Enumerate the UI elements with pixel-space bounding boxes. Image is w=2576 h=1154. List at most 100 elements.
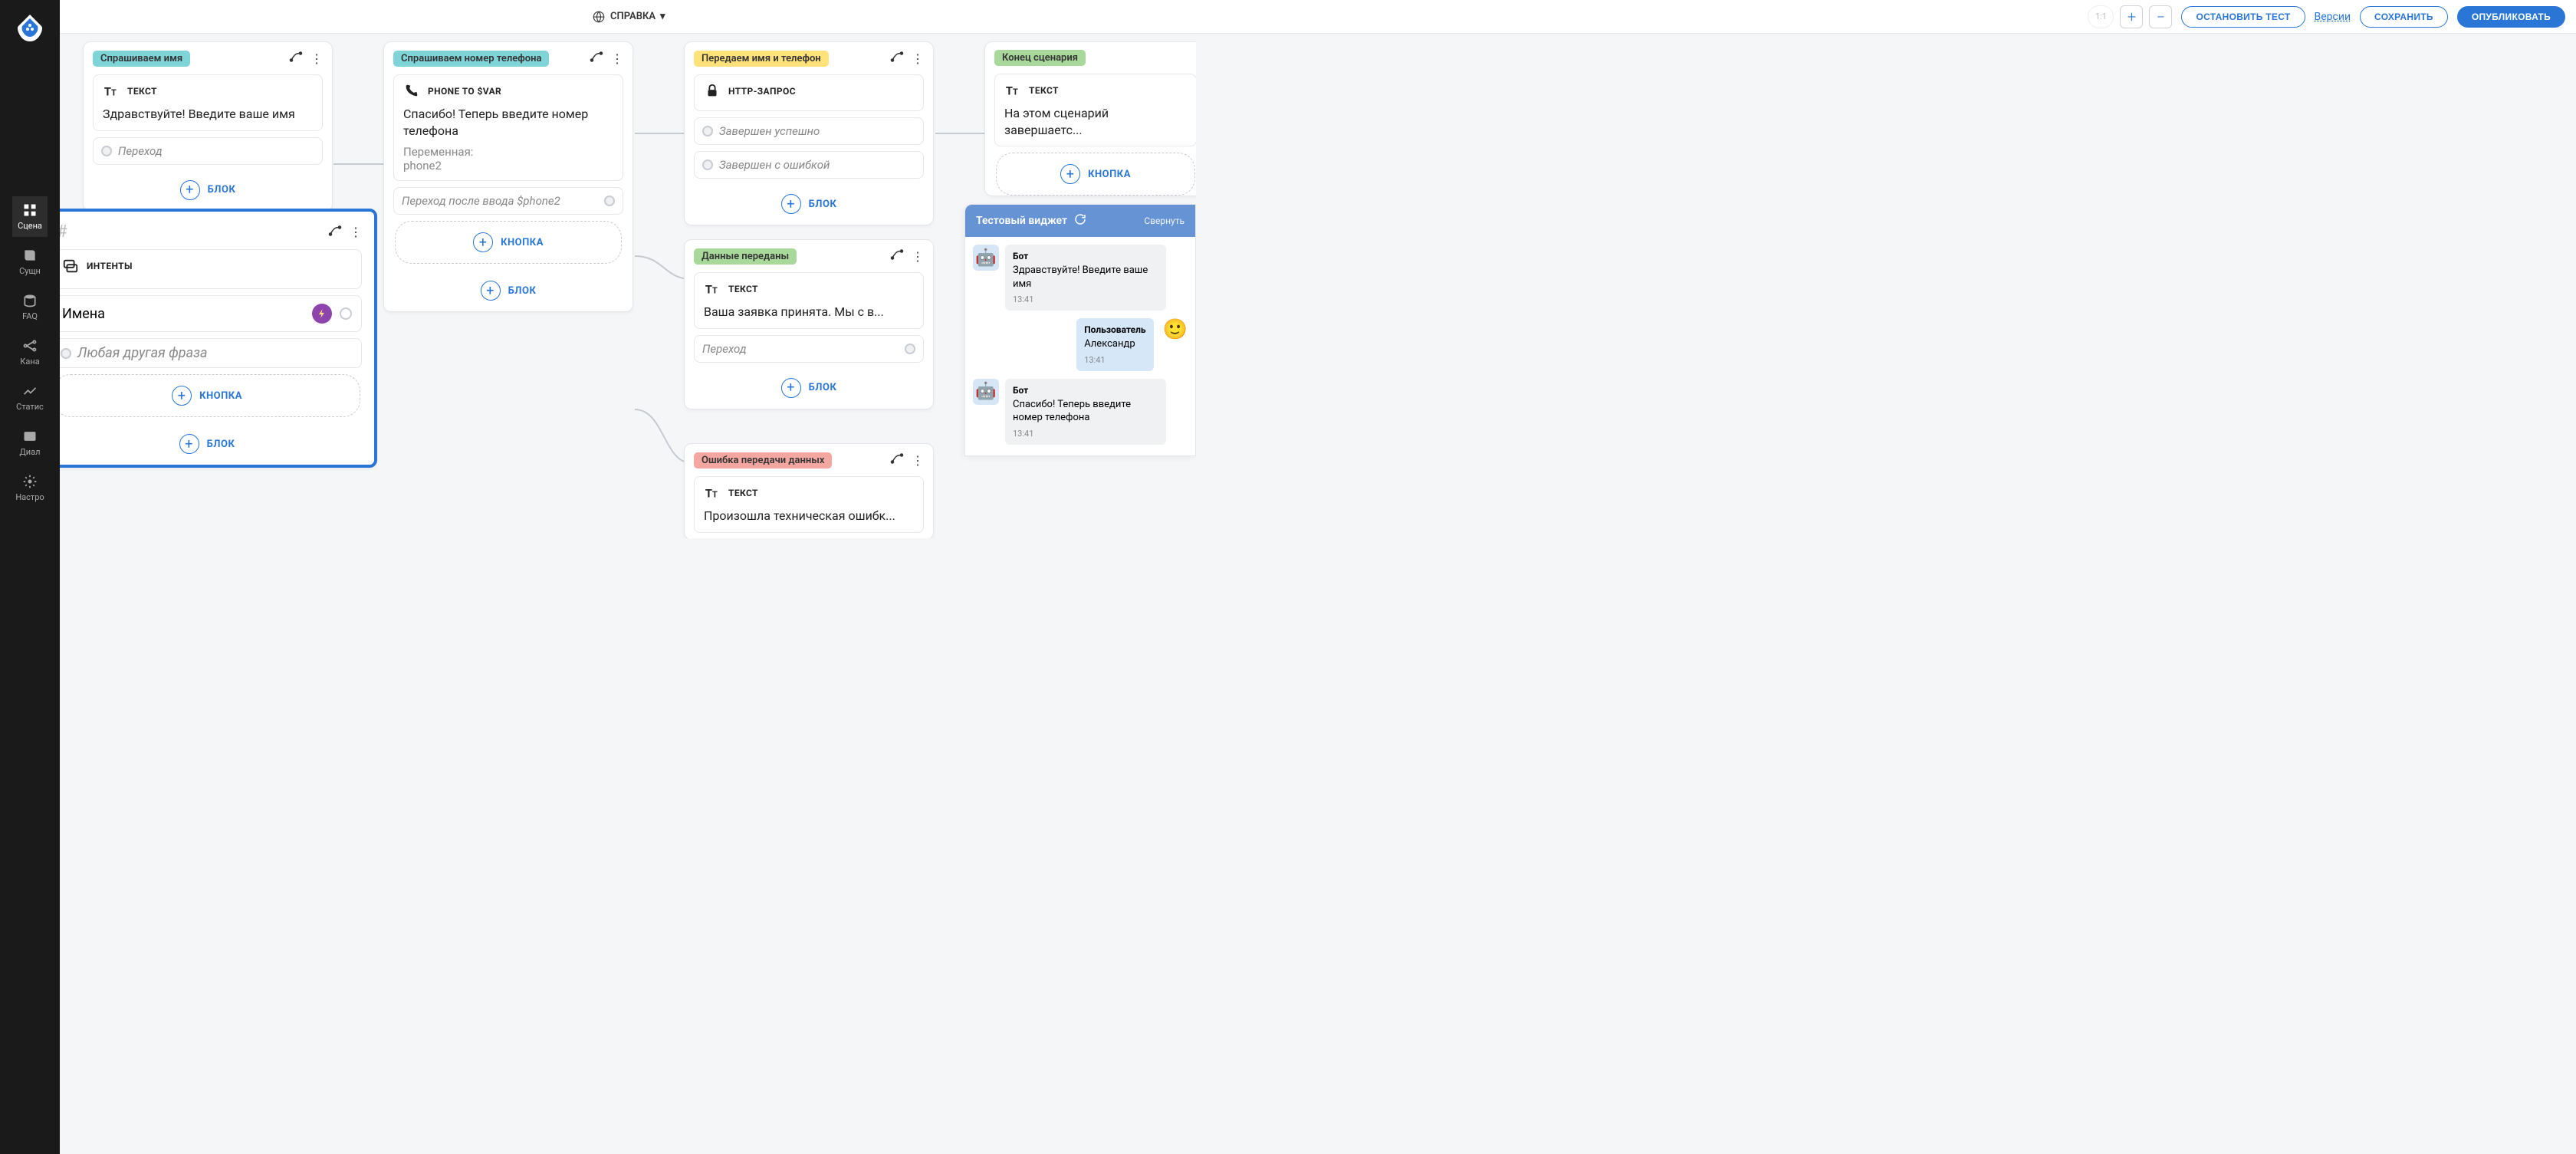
card-title-tag[interactable]: Ошибка передачи данных <box>694 452 832 469</box>
logo <box>15 12 45 43</box>
connector-icon[interactable] <box>890 452 904 469</box>
publish-button[interactable]: ОПУБЛИКОВАТЬ <box>2457 6 2565 28</box>
connector-icon[interactable] <box>590 50 603 67</box>
add-button-button[interactable]: +КНОПКА <box>996 153 1195 196</box>
error-slot[interactable]: Завершен с ошибкой <box>694 151 924 179</box>
card-ask-phone[interactable]: Спрашиваем номер телефона ⋮ PHONE TO $VA… <box>383 41 633 312</box>
card-intents[interactable]: # ⋮ ИНТЕНТЫ Имена Любая другая фраза +КН… <box>60 209 377 468</box>
intents-block[interactable]: ИНТЕНТЫ <box>60 249 362 289</box>
nav-dialogs[interactable]: Диал <box>12 422 47 463</box>
lock-icon <box>704 83 721 100</box>
phone-icon <box>403 83 420 100</box>
port-icon[interactable] <box>604 196 615 206</box>
svg-text:T: T <box>712 286 718 296</box>
text-block[interactable]: TTТЕКСТ Здравствуйте! Введите ваше имя <box>93 74 323 131</box>
add-block-button[interactable]: +БЛОК <box>694 369 924 409</box>
canvas[interactable]: Спрашиваем имя ⋮ TTТЕКСТ Здравствуйте! В… <box>60 34 1196 538</box>
nav-settings[interactable]: Настро <box>12 468 47 508</box>
svg-text:T: T <box>104 85 111 99</box>
transition-slot[interactable]: Переход после ввода $phone2 <box>393 187 623 215</box>
card-ask-name[interactable]: Спрашиваем имя ⋮ TTТЕКСТ Здравствуйте! В… <box>83 41 333 212</box>
add-button-button[interactable]: +КНОПКА <box>395 221 622 264</box>
card-send-error[interactable]: Ошибка передачи данных ⋮ TTТЕКСТ Произош… <box>684 443 934 538</box>
success-slot[interactable]: Завершен успешно <box>694 117 924 145</box>
text-icon: TT <box>704 281 721 298</box>
http-block[interactable]: HTTP-ЗАПРОС <box>694 74 924 111</box>
chevron-down-icon: ▾ <box>660 11 665 22</box>
more-icon[interactable]: ⋮ <box>912 249 924 264</box>
stop-test-button[interactable]: ОСТАНОВИТЬ ТЕСТ <box>2181 6 2305 28</box>
nav-label: Сцена <box>18 221 42 231</box>
nav-label: Диал <box>20 447 41 457</box>
card-title-tag[interactable]: Спрашиваем имя <box>93 51 190 67</box>
card-title-tag[interactable]: Спрашиваем номер телефона <box>393 51 549 67</box>
text-block[interactable]: TTТЕКСТ Произошла техническая ошибк... <box>694 476 924 533</box>
card-end[interactable]: Конец сценария TTТЕКСТ На этом сценарий … <box>984 41 1196 196</box>
add-block-button[interactable]: +БЛОК <box>93 171 323 211</box>
reference-dropdown[interactable]: СПРАВКА ▾ <box>592 10 665 24</box>
zoom-in-button[interactable]: + <box>2120 5 2143 28</box>
transition-slot[interactable]: Переход <box>694 335 924 363</box>
more-icon[interactable]: ⋮ <box>611 51 623 66</box>
port-icon[interactable] <box>702 126 713 136</box>
nav-stats[interactable]: Статис <box>12 377 47 418</box>
add-block-button[interactable]: +БЛОК <box>694 185 924 225</box>
svg-text:T: T <box>1006 84 1013 98</box>
other-phrase-slot[interactable]: Любая другая фраза <box>60 338 362 368</box>
connector-icon[interactable] <box>328 224 342 241</box>
text-icon: TT <box>1004 82 1021 99</box>
chat-message-bot: 🤖 Бот Здравствуйте! Введите ваше имя 13:… <box>973 245 1188 311</box>
transition-slot[interactable]: Переход <box>93 137 323 165</box>
svg-text:T: T <box>1013 87 1018 97</box>
collapse-link[interactable]: Свернуть <box>1144 215 1184 226</box>
phone-var-block[interactable]: PHONE TO $VAR Спасибо! Теперь введите но… <box>393 74 623 181</box>
versions-link[interactable]: Версии <box>2315 11 2351 23</box>
svg-text:T: T <box>111 88 117 98</box>
card-title-tag[interactable]: Передаем имя и телефон <box>694 51 829 67</box>
zoom-out-button[interactable]: − <box>2149 5 2172 28</box>
bot-avatar-icon: 🤖 <box>973 245 999 271</box>
connector-icon[interactable] <box>289 50 303 67</box>
add-block-button[interactable]: +БЛОК <box>393 271 623 311</box>
hash-icon: # <box>60 222 67 242</box>
card-title-tag[interactable]: Данные переданы <box>694 248 797 265</box>
port-icon[interactable] <box>61 348 71 359</box>
card-send-data[interactable]: Передаем имя и телефон ⋮ HTTP-ЗАПРОС Зав… <box>684 41 934 225</box>
svg-text:T: T <box>712 490 718 500</box>
svg-text:T: T <box>705 283 712 297</box>
chat-header[interactable]: Тестовый виджет Свернуть <box>965 205 1195 237</box>
refresh-icon[interactable] <box>1073 212 1087 229</box>
more-icon[interactable]: ⋮ <box>350 225 362 239</box>
text-icon: TT <box>704 485 721 501</box>
nav-entities[interactable]: Сущн <box>12 242 47 282</box>
add-block-button[interactable]: +БЛОК <box>60 425 362 465</box>
more-icon[interactable]: ⋮ <box>912 453 924 468</box>
bot-avatar-icon: 🤖 <box>973 379 999 405</box>
port-icon[interactable] <box>101 146 112 156</box>
zoom-ratio[interactable]: 1:1 <box>2088 5 2114 28</box>
connector-icon[interactable] <box>890 50 904 67</box>
user-avatar-icon: 🙂 <box>1163 318 1188 371</box>
bolt-icon <box>312 304 332 324</box>
more-icon[interactable]: ⋮ <box>912 51 924 66</box>
intent-row[interactable]: Имена <box>60 295 362 332</box>
nav-scenario[interactable]: Сцена <box>12 196 47 237</box>
nav-label: FAQ <box>22 311 38 321</box>
port-icon[interactable] <box>702 159 713 170</box>
chat-body: 🤖 Бот Здравствуйте! Введите ваше имя 13:… <box>965 237 1195 455</box>
card-title-tag[interactable]: Конец сценария <box>994 50 1086 66</box>
card-data-sent[interactable]: Данные переданы ⋮ TTТЕКСТ Ваша заявка пр… <box>684 239 934 409</box>
text-block[interactable]: TTТЕКСТ Ваша заявка принята. Мы с в... <box>694 272 924 329</box>
text-icon: TT <box>103 83 120 100</box>
more-icon[interactable]: ⋮ <box>310 51 323 66</box>
text-block[interactable]: TTТЕКСТ На этом сценарий завершаетс... <box>994 74 1196 146</box>
nav-channels[interactable]: Кана <box>12 332 47 373</box>
add-button-button[interactable]: +КНОПКА <box>60 374 360 417</box>
nav-faq[interactable]: FAQ <box>12 287 47 327</box>
svg-text:T: T <box>705 487 712 501</box>
save-button[interactable]: СОХРАНИТЬ <box>2360 6 2448 28</box>
nav-label: Сущн <box>19 266 41 276</box>
port-icon[interactable] <box>905 344 915 354</box>
connector-icon[interactable] <box>890 248 904 265</box>
port-icon[interactable] <box>340 307 352 320</box>
